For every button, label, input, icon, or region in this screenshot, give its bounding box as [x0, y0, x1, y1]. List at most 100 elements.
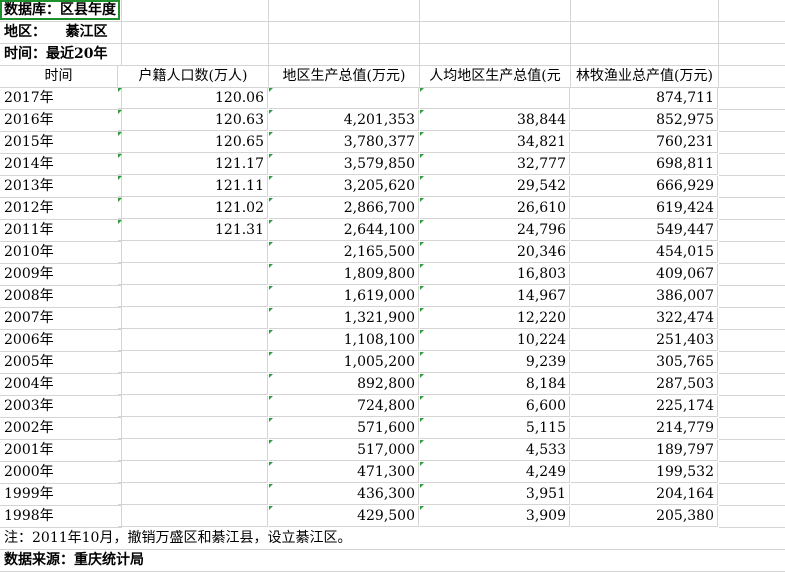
column-header-gdp[interactable]: 地区生产总值(万元) [269, 66, 420, 88]
agriculture-output-cell[interactable]: 199,532 [571, 462, 718, 483]
population-cell[interactable]: 120.65 [118, 132, 268, 153]
column-header-population[interactable]: 户籍人口数(万人) [118, 66, 269, 88]
agriculture-output-cell[interactable]: 205,380 [571, 506, 718, 527]
gdp-cell[interactable]: 724,800 [269, 396, 419, 417]
year-cell[interactable]: 2003年 [0, 396, 122, 418]
empty-cell[interactable] [420, 22, 571, 44]
empty-cell[interactable] [719, 440, 785, 462]
empty-cell[interactable] [571, 0, 719, 22]
per-capita-gdp-cell[interactable]: 4,249 [420, 462, 570, 483]
empty-cell[interactable] [719, 88, 785, 110]
population-cell[interactable] [118, 396, 268, 417]
empty-cell[interactable] [269, 44, 420, 66]
database-cell[interactable]: 数据库：区县年度 [0, 0, 122, 22]
agriculture-output-cell[interactable]: 666,929 [571, 176, 718, 197]
year-cell[interactable]: 2014年 [0, 154, 122, 176]
year-cell[interactable]: 2010年 [0, 242, 122, 264]
empty-cell[interactable] [719, 154, 785, 176]
empty-cell[interactable] [719, 198, 785, 220]
empty-cell[interactable] [719, 418, 785, 440]
year-cell[interactable]: 1999年 [0, 484, 122, 506]
empty-cell[interactable] [719, 352, 785, 374]
agriculture-output-cell[interactable]: 852,975 [571, 110, 718, 131]
empty-cell[interactable] [420, 0, 571, 22]
gdp-cell[interactable]: 1,619,000 [269, 286, 419, 307]
population-cell[interactable] [118, 264, 268, 285]
year-cell[interactable]: 2009年 [0, 264, 122, 286]
per-capita-gdp-cell[interactable]: 3,909 [420, 506, 570, 527]
year-cell[interactable]: 2004年 [0, 374, 122, 396]
gdp-cell[interactable]: 4,201,353 [269, 110, 419, 131]
empty-cell[interactable] [719, 132, 785, 154]
per-capita-gdp-cell[interactable]: 12,220 [420, 308, 570, 329]
empty-cell[interactable] [118, 44, 269, 66]
empty-cell[interactable] [719, 242, 785, 264]
population-cell[interactable] [118, 462, 268, 483]
population-cell[interactable] [118, 418, 268, 439]
year-cell[interactable]: 2001年 [0, 440, 122, 462]
agriculture-output-cell[interactable]: 189,797 [571, 440, 718, 461]
gdp-cell[interactable]: 1,809,800 [269, 264, 419, 285]
per-capita-gdp-cell[interactable]: 26,610 [420, 198, 570, 219]
agriculture-output-cell[interactable]: 549,447 [571, 220, 718, 241]
empty-cell[interactable] [269, 0, 420, 22]
gdp-cell[interactable]: 1,005,200 [269, 352, 419, 373]
source-cell[interactable]: 数据来源：重庆统计局 [0, 550, 785, 572]
population-cell[interactable]: 121.31 [118, 220, 268, 241]
period-cell[interactable]: 时间：最近20年 [0, 44, 122, 66]
agriculture-output-cell[interactable]: 874,711 [571, 88, 718, 109]
gdp-cell[interactable]: 3,579,850 [269, 154, 419, 175]
gdp-cell[interactable]: 429,500 [269, 506, 419, 527]
per-capita-gdp-cell[interactable] [420, 88, 570, 109]
per-capita-gdp-cell[interactable]: 29,542 [420, 176, 570, 197]
empty-cell[interactable] [571, 22, 719, 44]
agriculture-output-cell[interactable]: 454,015 [571, 242, 718, 263]
empty-cell[interactable] [719, 506, 785, 528]
population-cell[interactable] [118, 484, 268, 505]
gdp-cell[interactable]: 2,644,100 [269, 220, 419, 241]
empty-cell[interactable] [420, 44, 571, 66]
population-cell[interactable] [118, 308, 268, 329]
year-cell[interactable]: 2000年 [0, 462, 122, 484]
year-cell[interactable]: 2008年 [0, 286, 122, 308]
year-cell[interactable]: 2011年 [0, 220, 122, 242]
population-cell[interactable] [118, 286, 268, 307]
per-capita-gdp-cell[interactable]: 10,224 [420, 330, 570, 351]
per-capita-gdp-cell[interactable]: 9,239 [420, 352, 570, 373]
empty-cell[interactable] [269, 22, 420, 44]
population-cell[interactable] [118, 440, 268, 461]
per-capita-gdp-cell[interactable]: 34,821 [420, 132, 570, 153]
per-capita-gdp-cell[interactable]: 20,346 [420, 242, 570, 263]
empty-cell[interactable] [719, 308, 785, 330]
empty-cell[interactable] [118, 22, 269, 44]
year-cell[interactable]: 2002年 [0, 418, 122, 440]
empty-cell[interactable] [719, 264, 785, 286]
note-cell[interactable]: 注：2011年10月，撤销万盛区和綦江县，设立綦江区。 [0, 528, 785, 550]
empty-cell[interactable] [719, 220, 785, 242]
region-cell[interactable]: 地区： 綦江区 [0, 22, 122, 44]
year-cell[interactable]: 2015年 [0, 132, 122, 154]
empty-cell[interactable] [719, 110, 785, 132]
per-capita-gdp-cell[interactable]: 32,777 [420, 154, 570, 175]
gdp-cell[interactable]: 3,205,620 [269, 176, 419, 197]
population-cell[interactable]: 120.06 [118, 88, 268, 109]
per-capita-gdp-cell[interactable]: 8,184 [420, 374, 570, 395]
year-cell[interactable]: 1998年 [0, 506, 122, 528]
agriculture-output-cell[interactable]: 619,424 [571, 198, 718, 219]
agriculture-output-cell[interactable]: 251,403 [571, 330, 718, 351]
column-header-per-capita-gdp[interactable]: 人均地区生产总值(元 [420, 66, 571, 88]
empty-cell[interactable] [719, 330, 785, 352]
population-cell[interactable]: 120.63 [118, 110, 268, 131]
empty-cell[interactable] [719, 22, 785, 44]
gdp-cell[interactable]: 3,780,377 [269, 132, 419, 153]
population-cell[interactable]: 121.11 [118, 176, 268, 197]
agriculture-output-cell[interactable]: 698,811 [571, 154, 718, 175]
per-capita-gdp-cell[interactable]: 38,844 [420, 110, 570, 131]
empty-cell[interactable] [719, 396, 785, 418]
gdp-cell[interactable]: 517,000 [269, 440, 419, 461]
year-cell[interactable]: 2013年 [0, 176, 122, 198]
year-cell[interactable]: 2006年 [0, 330, 122, 352]
year-cell[interactable]: 2007年 [0, 308, 122, 330]
agriculture-output-cell[interactable]: 305,765 [571, 352, 718, 373]
population-cell[interactable] [118, 374, 268, 395]
